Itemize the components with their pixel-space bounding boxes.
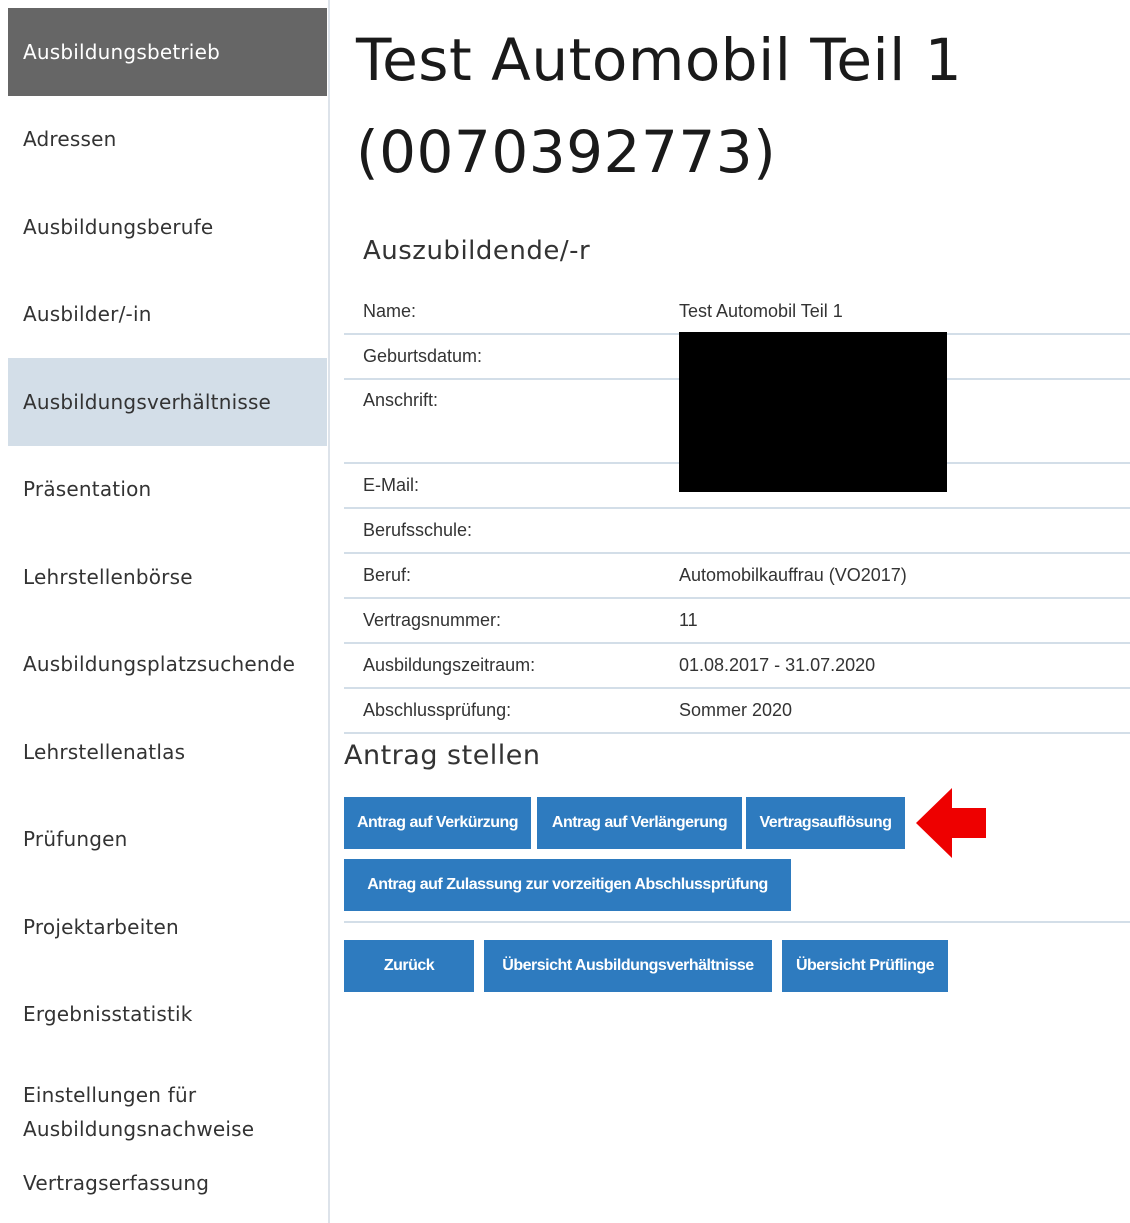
sidebar-item-lehrstellenboerse[interactable]: Lehrstellenbörse <box>8 533 327 621</box>
sidebar-item-label-line2: Ausbildungsnachweise <box>23 1117 255 1141</box>
sidebar-item-label: Lehrstellenatlas <box>23 739 186 764</box>
sidebar-item-einstellungen-ausbildungsnachweise[interactable]: Einstellungen für Ausbildungsnachweise <box>8 1058 327 1158</box>
page: Ausbildungsbetrieb Adressen Ausbildungsb… <box>0 0 1130 1223</box>
page-title: Test Automobil Teil 1 (0070392773) <box>356 26 963 186</box>
sidebar-item-label-line1: Einstellungen für <box>23 1083 197 1107</box>
field-value: Automobilkauffrau (VO2017) <box>679 553 1130 599</box>
sidebar-item-ausbildungsverhaeltnisse[interactable]: Ausbildungsverhältnisse <box>8 358 327 446</box>
vertragsaufloesung-button[interactable]: Vertragsauflösung <box>746 797 905 849</box>
antrag-verkuerzung-button[interactable]: Antrag auf Verkürzung <box>344 797 531 849</box>
table-row: Berufsschule: <box>344 508 1130 554</box>
field-label: Name: <box>344 290 679 335</box>
table-row: Abschlussprüfung: Sommer 2020 <box>344 688 1130 734</box>
sidebar-item-praesentation[interactable]: Präsentation <box>8 446 327 534</box>
sidebar-item-label: Ergebnisstatistik <box>23 1002 193 1027</box>
field-value: Test Automobil Teil 1 <box>679 290 1130 335</box>
uebersicht-ausbildungsverhaeltnisse-button[interactable]: Übersicht Ausbildungsverhältnisse <box>484 940 772 992</box>
redaction-block <box>679 332 947 492</box>
section-title-auszubildende: Auszubildende/-r <box>363 236 591 266</box>
field-label: Berufsschule: <box>344 508 679 554</box>
sidebar-item-label: Einstellungen für Ausbildungsnachweise <box>23 1078 254 1146</box>
antrag-zulassung-vorzeitig-button[interactable]: Antrag auf Zulassung zur vorzeitigen Abs… <box>344 859 791 911</box>
table-row: Name: Test Automobil Teil 1 <box>344 290 1130 335</box>
field-value: 11 <box>679 598 1130 644</box>
table-row: Beruf: Automobilkauffrau (VO2017) <box>344 553 1130 599</box>
field-label: E-Mail: <box>344 463 679 509</box>
field-label: Vertragsnummer: <box>344 598 679 644</box>
section-divider <box>344 921 1130 923</box>
sidebar-item-ausbildungsplatzsuchende[interactable]: Ausbildungsplatzsuchende <box>8 621 327 709</box>
sidebar-item-label: Projektarbeiten <box>23 914 179 939</box>
sidebar-item-pruefungen[interactable]: Prüfungen <box>8 796 327 884</box>
sidebar-item-ergebnisstatistik[interactable]: Ergebnisstatistik <box>8 971 327 1059</box>
sidebar-divider <box>328 0 330 1223</box>
field-value: Sommer 2020 <box>679 688 1130 734</box>
field-value: 01.08.2017 - 31.07.2020 <box>679 643 1130 689</box>
sidebar-item-label: Prüfungen <box>23 827 128 852</box>
sidebar-item-label: Ausbildungsbetrieb <box>23 39 220 64</box>
sidebar-item-lehrstellenatlas[interactable]: Lehrstellenatlas <box>8 708 327 796</box>
antrag-verlaengerung-button[interactable]: Antrag auf Verlängerung <box>537 797 742 849</box>
table-row: Vertragsnummer: 11 <box>344 598 1130 644</box>
sidebar-item-label: Ausbildungsverhältnisse <box>23 389 272 414</box>
sidebar-item-ausbildungsbetrieb[interactable]: Ausbildungsbetrieb <box>8 8 327 96</box>
field-label: Abschlussprüfung: <box>344 688 679 734</box>
sidebar-item-ausbilder[interactable]: Ausbilder/-in <box>8 271 327 359</box>
sidebar-item-label: Präsentation <box>23 477 152 502</box>
sidebar-item-label: Lehrstellenbörse <box>23 564 193 589</box>
sidebar-item-ausbildungsberufe[interactable]: Ausbildungsberufe <box>8 183 327 271</box>
sidebar-item-adressen[interactable]: Adressen <box>8 96 327 184</box>
sidebar-nav: Ausbildungsbetrieb Adressen Ausbildungsb… <box>8 8 327 1208</box>
field-label: Geburtsdatum: <box>344 334 679 380</box>
field-label: Ausbildungszeitraum: <box>344 643 679 689</box>
sidebar-item-label: Ausbildungsplatzsuchende <box>23 652 296 677</box>
field-value <box>679 508 1130 554</box>
field-label: Beruf: <box>344 553 679 599</box>
sidebar-item-label: Ausbildungsberufe <box>23 214 214 239</box>
sidebar-item-label: Adressen <box>23 127 117 152</box>
sidebar-item-label: Ausbilder/-in <box>23 302 152 327</box>
field-label: Anschrift: <box>344 379 679 464</box>
uebersicht-prueflinge-button[interactable]: Übersicht Prüflinge <box>782 940 948 992</box>
sidebar-item-vertragserfassung[interactable]: Vertragserfassung <box>8 1158 327 1208</box>
sidebar-item-projektarbeiten[interactable]: Projektarbeiten <box>8 883 327 971</box>
red-arrow-annotation-icon <box>916 788 986 858</box>
section-title-antrag-stellen: Antrag stellen <box>344 740 541 771</box>
table-row: Ausbildungszeitraum: 01.08.2017 - 31.07.… <box>344 643 1130 689</box>
zurueck-button[interactable]: Zurück <box>344 940 474 992</box>
sidebar-item-label: Vertragserfassung <box>23 1171 210 1195</box>
